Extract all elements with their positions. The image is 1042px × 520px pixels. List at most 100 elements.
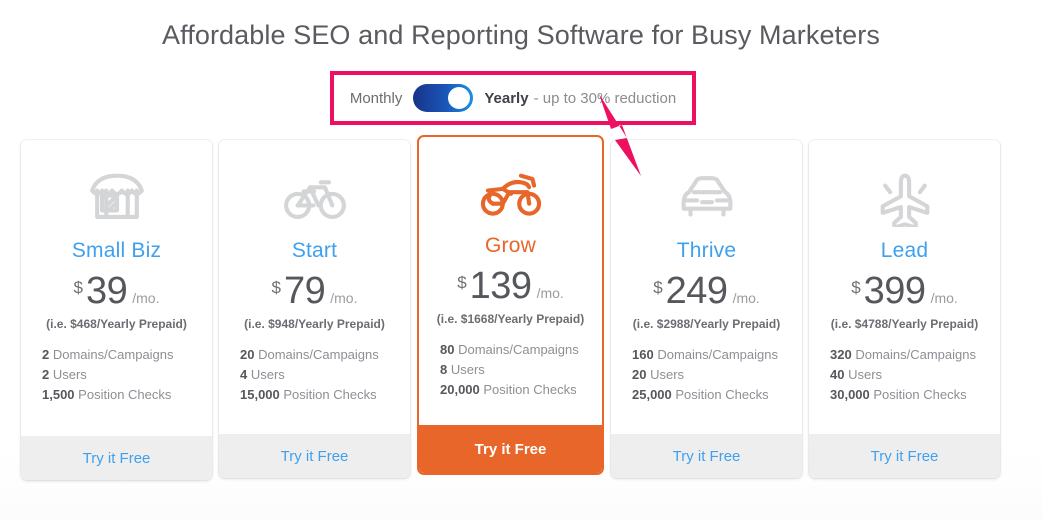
try-it-free-button[interactable]: Try it Free xyxy=(611,434,802,478)
plan-feature: 320 Domains/Campaigns xyxy=(830,347,990,362)
plan-feature: 160 Domains/Campaigns xyxy=(632,347,792,362)
try-it-free-button[interactable]: Try it Free xyxy=(219,434,410,478)
plan-feature: 8 Users xyxy=(440,362,592,377)
price-period: /mo. xyxy=(330,290,358,306)
billing-toggle-section: Monthly Yearly - up to 30% reduction xyxy=(330,71,696,125)
billing-monthly-label[interactable]: Monthly xyxy=(350,90,403,107)
plan-feature: 2 Users xyxy=(42,367,202,382)
feature-label: Users xyxy=(450,362,485,377)
car-icon xyxy=(674,166,740,230)
plan-price: $79/mo. xyxy=(272,272,358,310)
plan-feature: 40 Users xyxy=(830,367,990,382)
plan-features: 2 Domains/Campaigns 2 Users 1,500 Position… xyxy=(31,347,202,402)
feature-label: Users xyxy=(250,367,285,382)
plan-yearly-note: (i.e. $1668/Yearly Prepaid) xyxy=(436,312,585,326)
try-it-free-button[interactable]: Try it Free xyxy=(21,436,212,480)
plan-yearly-note: (i.e. $4788/Yearly Prepaid) xyxy=(830,317,979,331)
feature-label: Position Checks xyxy=(283,387,377,402)
plan-features: 160 Domains/Campaigns 20 Users 25,000 Posi… xyxy=(621,347,792,402)
feature-value: 20 xyxy=(240,347,255,362)
plan-name: Thrive xyxy=(676,239,737,262)
card-body: Small Biz $39/mo. (i.e. $468/Yearly Prepai… xyxy=(21,140,212,418)
billing-discount-note: - up to 30% reduction xyxy=(533,89,677,107)
feature-value: 2 xyxy=(42,347,50,362)
plan-feature: 15,000 Position Checks xyxy=(240,387,400,402)
price-currency: $ xyxy=(457,273,467,292)
feature-label: Domains/Campaigns xyxy=(52,347,174,362)
price-currency: $ xyxy=(73,278,83,297)
pricing-card: Small Biz $39/mo. (i.e. $468/Yearly Prepai… xyxy=(21,140,212,480)
toggle-knob xyxy=(448,87,471,109)
price-period: /mo. xyxy=(536,285,564,301)
feature-value: 20,000 xyxy=(440,382,480,397)
plan-yearly-note: (i.e. $948/Yearly Prepaid) xyxy=(244,317,385,331)
page-title: Affordable SEO and Reporting Software fo… xyxy=(162,20,880,50)
feature-value: 8 xyxy=(440,362,448,377)
card-body: Grow $139/mo. (i.e. $1668/Yearly Prepaid) 8… xyxy=(419,137,602,411)
feature-value: 30,000 xyxy=(830,387,870,402)
plan-name: Grow xyxy=(485,234,536,257)
plan-price: $139/mo. xyxy=(457,267,564,305)
feature-value: 2 xyxy=(42,367,50,382)
plan-feature: 80 Domains/Campaigns xyxy=(440,342,592,357)
plan-features: 80 Domains/Campaigns 8 Users 20,000 Positi… xyxy=(429,342,592,397)
billing-yearly-group: Yearly - up to 30% reduction xyxy=(484,90,676,107)
plan-feature: 20 Domains/Campaigns xyxy=(240,347,400,362)
motorcycle-icon xyxy=(478,161,544,225)
price-currency: $ xyxy=(271,278,281,297)
card-body: Start $79/mo. (i.e. $948/Yearly Prepaid) 20… xyxy=(219,140,410,416)
plan-price: $39/mo. xyxy=(74,272,160,310)
pricing-card: Grow $139/mo. (i.e. $1668/Yearly Prepaid) 8… xyxy=(417,135,604,475)
plan-feature: 20 Users xyxy=(632,367,792,382)
feature-value: 20 xyxy=(632,367,647,382)
plan-name: Start xyxy=(291,239,338,262)
price-amount: 399 xyxy=(863,270,926,312)
try-it-free-button[interactable]: Try it Free xyxy=(809,434,1000,478)
feature-label: Position Checks xyxy=(483,382,577,397)
price-amount: 139 xyxy=(469,265,532,307)
plan-feature: 30,000 Position Checks xyxy=(830,387,990,402)
feature-label: Position Checks xyxy=(78,387,172,402)
plan-price: $249/mo. xyxy=(653,272,760,310)
plan-feature: 25,000 Position Checks xyxy=(632,387,792,402)
try-it-free-button[interactable]: Try it Free xyxy=(419,425,602,473)
airplane-icon xyxy=(872,166,938,230)
feature-value: 160 xyxy=(632,347,654,362)
plan-price: $399/mo. xyxy=(851,272,958,310)
plan-yearly-note: (i.e. $468/Yearly Prepaid) xyxy=(46,317,187,331)
feature-value: 4 xyxy=(240,367,248,382)
plan-feature: 20,000 Position Checks xyxy=(440,382,592,397)
storefront-icon xyxy=(84,166,150,230)
plan-feature: 2 Domains/Campaigns xyxy=(42,347,202,362)
card-body: Thrive $249/mo. (i.e. $2988/Yearly Prepaid… xyxy=(611,140,802,416)
feature-label: Users xyxy=(52,367,87,382)
plan-feature: 1,500 Position Checks xyxy=(42,387,202,402)
plan-yearly-note: (i.e. $2988/Yearly Prepaid) xyxy=(632,317,781,331)
price-currency: $ xyxy=(851,278,861,297)
price-period: /mo. xyxy=(132,290,160,306)
plan-features: 20 Domains/Campaigns 4 Users 15,000 Positi… xyxy=(229,347,400,402)
feature-label: Domains/Campaigns xyxy=(657,347,778,362)
pricing-card: Lead $399/mo. (i.e. $4788/Yearly Prepaid) 3… xyxy=(809,140,1000,478)
feature-label: Position Checks xyxy=(873,387,967,402)
price-amount: 249 xyxy=(665,270,728,312)
feature-label: Domains/Campaigns xyxy=(458,342,579,357)
feature-label: Domains/Campaigns xyxy=(258,347,379,362)
pricing-card: Thrive $249/mo. (i.e. $2988/Yearly Prepaid… xyxy=(611,140,802,478)
feature-value: 1,500 xyxy=(42,387,75,402)
price-period: /mo. xyxy=(930,290,958,306)
price-amount: 39 xyxy=(85,270,128,312)
pricing-page: Affordable SEO and Reporting Software fo… xyxy=(0,0,1042,520)
card-body: Lead $399/mo. (i.e. $4788/Yearly Prepaid) 3… xyxy=(809,140,1000,416)
bicycle-icon xyxy=(282,166,348,230)
feature-value: 320 xyxy=(830,347,852,362)
plan-name: Small Biz xyxy=(71,239,162,262)
billing-yearly-label[interactable]: Yearly xyxy=(484,90,528,107)
feature-value: 40 xyxy=(830,367,845,382)
billing-period-toggle[interactable] xyxy=(413,84,474,112)
plan-feature: 4 Users xyxy=(240,367,400,382)
feature-label: Position Checks xyxy=(675,387,769,402)
pricing-cards: Small Biz $39/mo. (i.e. $468/Yearly Prepai… xyxy=(21,135,1021,480)
price-amount: 79 xyxy=(283,270,326,312)
price-period: /mo. xyxy=(732,290,760,306)
